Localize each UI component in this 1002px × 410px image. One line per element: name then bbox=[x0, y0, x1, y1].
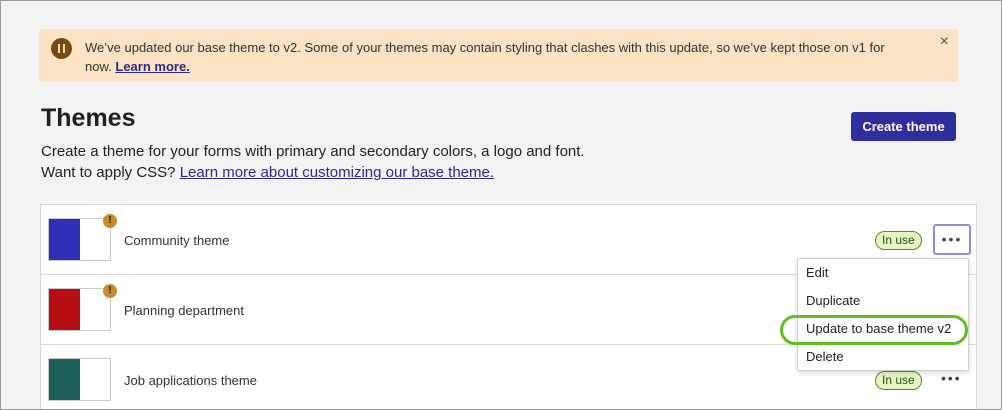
warning-icon: ! bbox=[103, 284, 117, 298]
menu-item-update-to-base-theme-v2[interactable]: Update to base theme v2 bbox=[806, 321, 951, 336]
page-frame: We’ve updated our base theme to v2. Some… bbox=[0, 0, 1002, 410]
create-theme-button[interactable]: Create theme bbox=[851, 112, 956, 141]
theme-actions-menu: Edit Duplicate Update to base theme v2 D… bbox=[780, 258, 969, 371]
theme-thumbnail bbox=[48, 218, 111, 261]
more-options-button[interactable]: ••• bbox=[933, 224, 971, 255]
theme-name: Planning department bbox=[124, 303, 244, 318]
menu-item-edit[interactable]: Edit bbox=[806, 265, 828, 280]
in-use-badge: In use bbox=[875, 231, 922, 250]
page-title: Themes bbox=[41, 104, 136, 132]
primary-color-swatch bbox=[49, 219, 80, 260]
more-options-button[interactable]: ••• bbox=[941, 370, 962, 386]
description-prefix: Want to apply CSS? bbox=[41, 164, 176, 181]
description-line-2: Want to apply CSS? Learn more about cust… bbox=[41, 162, 585, 183]
theme-thumbnail bbox=[48, 288, 111, 331]
pause-icon bbox=[51, 38, 72, 59]
menu-item-duplicate[interactable]: Duplicate bbox=[806, 293, 860, 308]
theme-name: Job applications theme bbox=[124, 373, 257, 388]
close-icon[interactable]: × bbox=[940, 33, 949, 51]
menu-item-delete[interactable]: Delete bbox=[806, 349, 844, 364]
banner-learn-more-link[interactable]: Learn more. bbox=[115, 59, 189, 74]
description-line-1: Create a theme for your forms with prima… bbox=[41, 143, 585, 160]
primary-color-swatch bbox=[49, 289, 80, 330]
warning-icon: ! bbox=[103, 214, 117, 228]
theme-thumbnail bbox=[48, 358, 111, 401]
banner-text: We’ve updated our base theme to v2. Some… bbox=[85, 40, 885, 74]
update-banner: We’ve updated our base theme to v2. Some… bbox=[39, 29, 958, 82]
in-use-badge: In use bbox=[875, 371, 922, 390]
theme-name: Community theme bbox=[124, 233, 230, 248]
customize-base-theme-link[interactable]: Learn more about customizing our base th… bbox=[180, 164, 494, 181]
banner-message: We’ve updated our base theme to v2. Some… bbox=[85, 38, 915, 76]
page-description: Create a theme for your forms with prima… bbox=[41, 141, 585, 183]
primary-color-swatch bbox=[49, 359, 80, 400]
